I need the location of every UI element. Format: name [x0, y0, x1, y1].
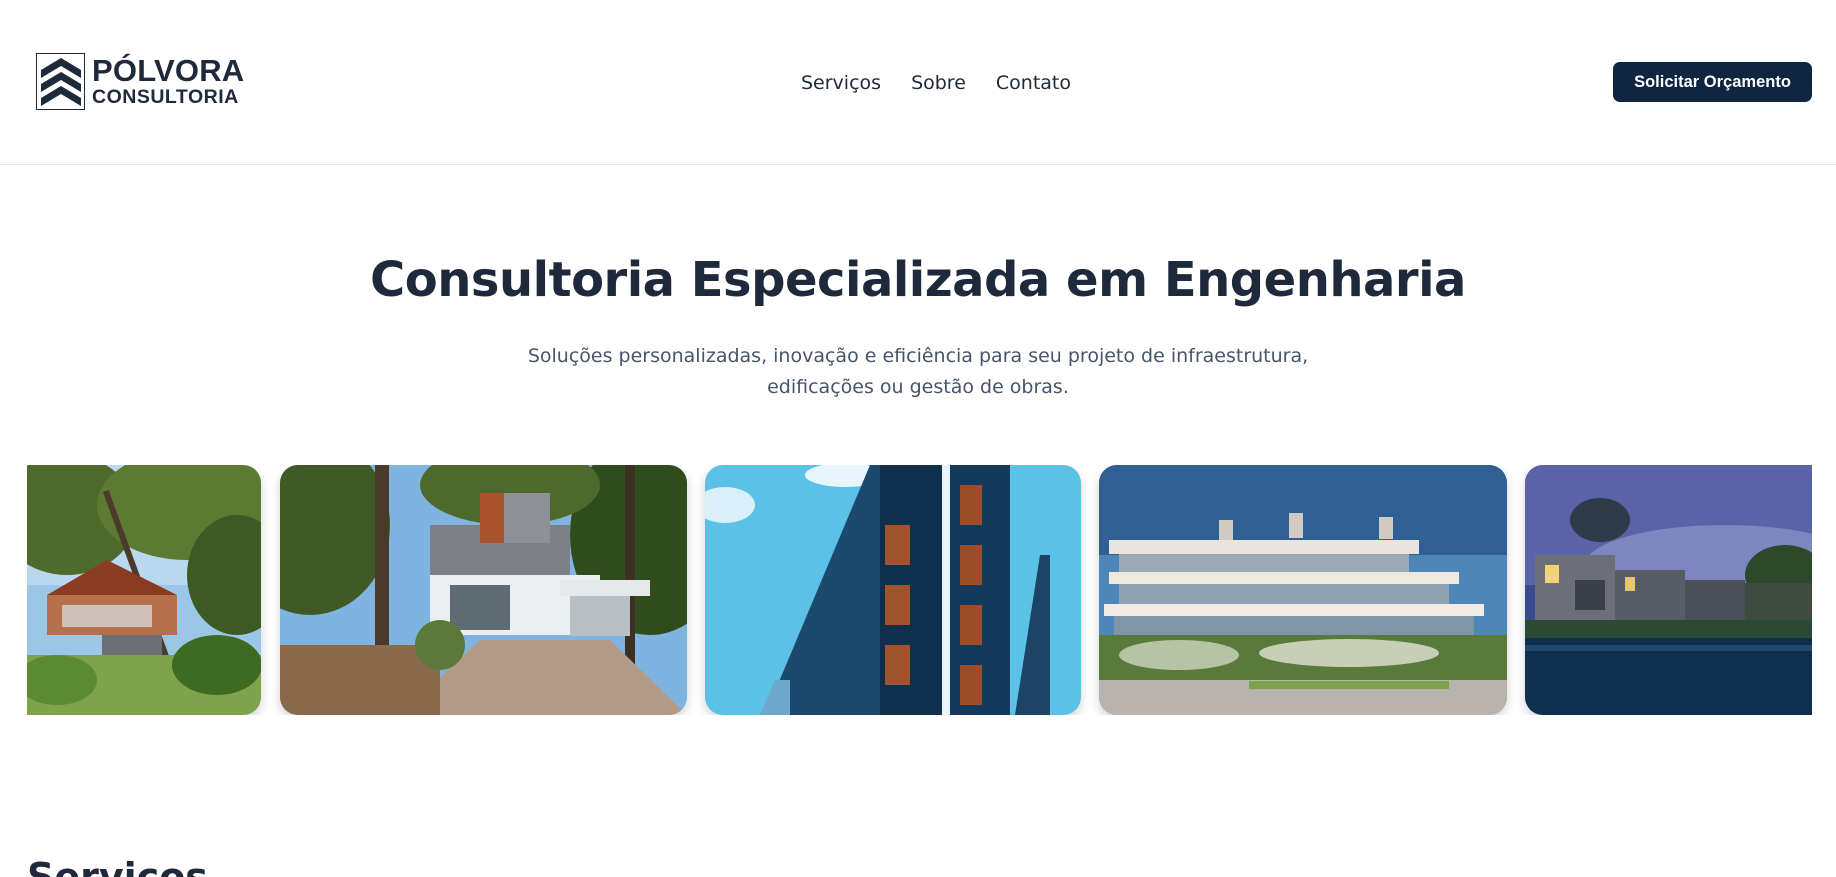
lakeside-houses-dusk-photo[interactable] [1525, 465, 1812, 715]
blue-facade-building-photo[interactable] [705, 465, 1081, 715]
main-nav: Serviços Sobre Contato [801, 70, 1071, 96]
forest-house-photo[interactable] [27, 465, 261, 715]
chevron-stack-logo-icon [36, 53, 85, 110]
brand-name: PÓLVORA [92, 53, 245, 89]
modern-house-forest-photo[interactable] [280, 465, 687, 715]
services-section-title: Serviços [27, 855, 208, 877]
project-gallery [27, 465, 1812, 715]
brand-wordmark: PÓLVORA CONSULTORIA [92, 55, 244, 108]
nav-link-contato[interactable]: Contato [996, 70, 1071, 96]
request-quote-button[interactable]: Solicitar Orçamento [1613, 62, 1812, 102]
nav-link-servicos[interactable]: Serviços [801, 70, 881, 96]
brand-logo[interactable]: PÓLVORA CONSULTORIA [36, 53, 244, 110]
nav-link-sobre[interactable]: Sobre [911, 70, 966, 96]
terraced-residential-building-photo[interactable] [1099, 465, 1507, 715]
hero-subtitle: Soluções personalizadas, inovação e efic… [527, 345, 1309, 398]
hero-title: Consultoria Especializada em Engenharia [370, 252, 1466, 308]
site-header: PÓLVORA CONSULTORIA Serviços Sobre Conta… [0, 0, 1836, 165]
brand-tagline: CONSULTORIA [92, 86, 239, 109]
